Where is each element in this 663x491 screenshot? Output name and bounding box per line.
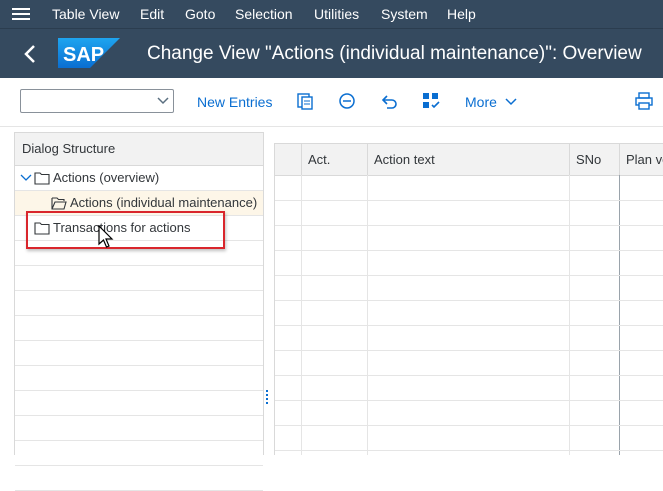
highlight-annotation-box <box>26 211 225 249</box>
page-title: Change View "Actions (individual mainten… <box>147 43 642 64</box>
select-all-icon[interactable] <box>422 92 440 110</box>
menu-system[interactable]: System <box>381 5 428 23</box>
undo-icon[interactable] <box>381 92 399 110</box>
empty-row <box>15 341 263 366</box>
menu-goto[interactable]: Goto <box>185 5 215 23</box>
empty-row <box>15 391 263 416</box>
panel-splitter-handle[interactable] <box>266 390 269 406</box>
empty-row <box>15 316 263 341</box>
column-header-sno[interactable]: SNo <box>570 144 620 175</box>
menu-help[interactable]: Help <box>447 5 476 23</box>
chevron-down-icon <box>157 97 169 105</box>
table-header: Act. Action text SNo Plan ve <box>275 144 663 176</box>
tree-item-label: Actions (overview) <box>53 170 160 185</box>
column-divider <box>569 175 570 455</box>
empty-row <box>15 466 263 491</box>
table-row <box>275 250 663 251</box>
shell-header: SAP Change View "Actions (individual mai… <box>0 28 663 79</box>
open-folder-icon <box>51 197 67 210</box>
table-row <box>275 200 663 201</box>
table-row <box>275 300 663 301</box>
command-field-dropdown[interactable] <box>20 89 174 113</box>
chevron-down-icon[interactable] <box>20 171 32 185</box>
hamburger-menu-icon[interactable] <box>12 8 30 20</box>
mouse-cursor-icon <box>98 225 114 248</box>
column-divider <box>367 175 368 455</box>
delete-minus-icon[interactable] <box>338 92 356 110</box>
empty-row <box>15 366 263 391</box>
table-row <box>275 325 663 326</box>
table-row <box>275 275 663 276</box>
empty-row <box>15 291 263 316</box>
actions-table: Act. Action text SNo Plan ve <box>274 143 663 455</box>
empty-row <box>15 441 263 466</box>
sap-logo: SAP <box>58 38 120 68</box>
table-row <box>275 425 663 426</box>
column-header-plan-version[interactable]: Plan ve <box>620 144 663 175</box>
print-icon[interactable] <box>635 92 653 110</box>
empty-row <box>15 416 263 441</box>
table-row <box>275 375 663 376</box>
table-row <box>275 400 663 401</box>
back-arrow-icon[interactable] <box>20 43 42 65</box>
column-header-action-text[interactable]: Action text <box>368 144 570 175</box>
table-row <box>275 225 663 226</box>
menu-selection[interactable]: Selection <box>235 5 293 23</box>
dialog-structure-panel: Dialog Structure Actions (overview) Acti… <box>14 132 264 491</box>
table-row <box>275 450 663 451</box>
dialog-structure-title: Dialog Structure <box>15 133 263 166</box>
menu-edit[interactable]: Edit <box>140 5 164 23</box>
menu-table-view[interactable]: Table View <box>52 5 119 23</box>
row-selector-header[interactable] <box>275 144 302 175</box>
column-divider <box>619 175 620 455</box>
empty-row <box>15 266 263 291</box>
chevron-down-icon <box>505 98 517 106</box>
column-divider <box>301 175 302 455</box>
folder-icon <box>34 172 50 185</box>
more-label: More <box>465 94 497 110</box>
copy-as-icon[interactable] <box>296 92 314 110</box>
tree-item-actions-overview[interactable]: Actions (overview) <box>15 166 263 191</box>
sap-logo-text: SAP <box>63 44 104 66</box>
toolbar: New Entries More <box>0 78 663 127</box>
new-entries-button[interactable]: New Entries <box>197 94 272 110</box>
more-button[interactable]: More <box>465 94 517 110</box>
column-header-act[interactable]: Act. <box>302 144 368 175</box>
table-row <box>275 350 663 351</box>
menu-utilities[interactable]: Utilities <box>314 5 359 23</box>
menu-bar: Table View Edit Goto Selection Utilities… <box>0 0 663 28</box>
